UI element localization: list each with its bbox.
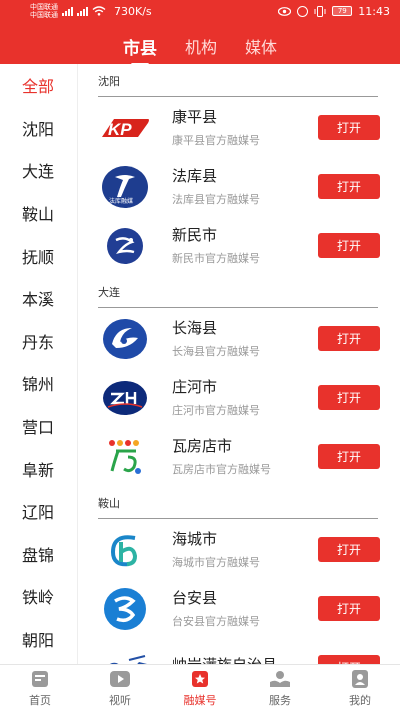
alarm-icon (297, 5, 309, 17)
sidebar-item-panjin[interactable]: 盘锦 (0, 533, 77, 576)
sidebar-item-chaoyang[interactable]: 朝阳 (0, 618, 77, 661)
section-header-dalian: 大连 (78, 275, 400, 309)
category-tabs: 市县 机构 媒体 (0, 34, 400, 66)
signal-icon (62, 6, 73, 16)
nav-label: 首页 (29, 694, 51, 707)
network-speed: 730K/s (114, 4, 152, 18)
nav-label: 融媒号 (183, 694, 217, 707)
sidebar-item-dalian[interactable]: 大连 (0, 149, 77, 192)
clock: 11:43 (358, 4, 390, 18)
list-item[interactable]: 瓦房店市 瓦房店市官方融媒号 打开 (78, 427, 400, 486)
wifi-icon (92, 6, 106, 16)
user-icon (349, 668, 371, 690)
sidebar-item-shenyang[interactable]: 沈阳 (0, 107, 77, 150)
carrier-2: 中国联通 (30, 11, 58, 19)
section-header-shenyang: 沈阳 (78, 64, 400, 98)
svg-text:KP: KP (108, 120, 132, 139)
open-button[interactable]: 打开 (318, 444, 380, 469)
list-item[interactable]: 台安县 台安县官方融媒号 打开 (78, 579, 400, 638)
sidebar-item-yingkou[interactable]: 营口 (0, 405, 77, 448)
changhai-logo (98, 318, 152, 359)
tab-meiti[interactable]: 媒体 (245, 34, 277, 63)
status-right: 79 11:43 (278, 5, 390, 18)
open-button[interactable]: 打开 (318, 596, 380, 621)
star-badge-icon (189, 668, 211, 690)
open-button[interactable]: 打开 (318, 385, 380, 410)
eye-icon (278, 6, 292, 16)
sidebar-item-benxi[interactable]: 本溪 (0, 277, 77, 320)
list-item[interactable]: 海城市 海城市官方融媒号 打开 (78, 520, 400, 579)
sidebar-item-fushun[interactable]: 抚顺 (0, 234, 77, 277)
wafangdian-logo (98, 437, 152, 477)
nav-mine[interactable]: 我的 (320, 665, 400, 711)
xinmin-logo (98, 226, 152, 266)
tab-shixian[interactable]: 市县 (123, 34, 157, 66)
nav-media[interactable]: 融媒号 (160, 665, 240, 711)
nav-label: 我的 (349, 694, 371, 707)
app-header: 中国联通 中国联通 730K/s 79 11:43 市县 机构 媒体 (0, 0, 400, 66)
kangping-logo: KP (98, 108, 152, 148)
list-item[interactable]: 新民市 新民市官方融媒号 打开 (78, 216, 400, 275)
section-header-anshan: 鞍山 (78, 486, 400, 520)
battery-icon: 79 (332, 6, 353, 16)
sidebar-item-jinzhou[interactable]: 锦州 (0, 362, 77, 405)
sidebar-item-dandong[interactable]: 丹东 (0, 320, 77, 363)
nav-home[interactable]: 首页 (0, 665, 80, 711)
nav-label: 服务 (269, 694, 291, 707)
nav-video[interactable]: 视听 (80, 665, 160, 711)
list-item[interactable]: 岫岩满族自治县 打开 (78, 638, 400, 664)
sidebar-item-all[interactable]: 全部 (0, 64, 77, 107)
carrier-1: 中国联通 (30, 3, 58, 11)
open-button[interactable]: 打开 (318, 326, 380, 351)
taian-logo (98, 587, 152, 630)
hand-service-icon (269, 668, 291, 690)
sidebar-item-liaoyang[interactable]: 辽阳 (0, 490, 77, 533)
sidebar-item-anshan[interactable]: 鞍山 (0, 192, 77, 235)
list-item[interactable]: KP 康平县 康平县官方融媒号 打开 (78, 98, 400, 157)
status-bar: 中国联通 中国联通 730K/s 79 11:43 (0, 0, 400, 22)
open-button[interactable]: 打开 (318, 174, 380, 199)
open-button[interactable]: 打开 (318, 655, 380, 664)
nav-label: 视听 (109, 694, 131, 707)
sidebar-item-fuxin[interactable]: 阜新 (0, 447, 77, 490)
list-item[interactable]: 法库融媒 法库县 法库县官方融媒号 打开 (78, 157, 400, 216)
media-list: 沈阳 KP 康平县 康平县官方融媒号 打开 法库融媒 法库县 法库县官方融媒号 … (78, 64, 400, 664)
region-sidebar: 全部 沈阳 大连 鞍山 抚顺 本溪 丹东 锦州 营口 阜新 辽阳 盘锦 铁岭 朝… (0, 64, 78, 664)
vibrate-icon (314, 5, 326, 17)
haicheng-logo (98, 530, 152, 570)
zhuanghe-logo (98, 378, 152, 418)
nav-service[interactable]: 服务 (240, 665, 320, 711)
xiuyan-logo (98, 648, 152, 664)
open-button[interactable]: 打开 (318, 115, 380, 140)
list-item[interactable]: 庄河市 庄河市官方融媒号 打开 (78, 368, 400, 427)
list-item[interactable]: 长海县 长海县官方融媒号 打开 (78, 309, 400, 368)
tab-jigou[interactable]: 机构 (185, 34, 217, 63)
svg-text:法库融媒: 法库融媒 (109, 197, 133, 205)
faku-logo: 法库融媒 (98, 165, 152, 208)
sidebar-item-tieling[interactable]: 铁岭 (0, 575, 77, 618)
home-icon (29, 668, 51, 690)
signal-icon-2 (77, 6, 88, 16)
play-icon (109, 668, 131, 690)
bottom-nav: 首页 视听 融媒号 服务 我的 (0, 664, 400, 711)
open-button[interactable]: 打开 (318, 537, 380, 562)
open-button[interactable]: 打开 (318, 233, 380, 258)
carrier-labels: 中国联通 中国联通 (30, 3, 58, 19)
